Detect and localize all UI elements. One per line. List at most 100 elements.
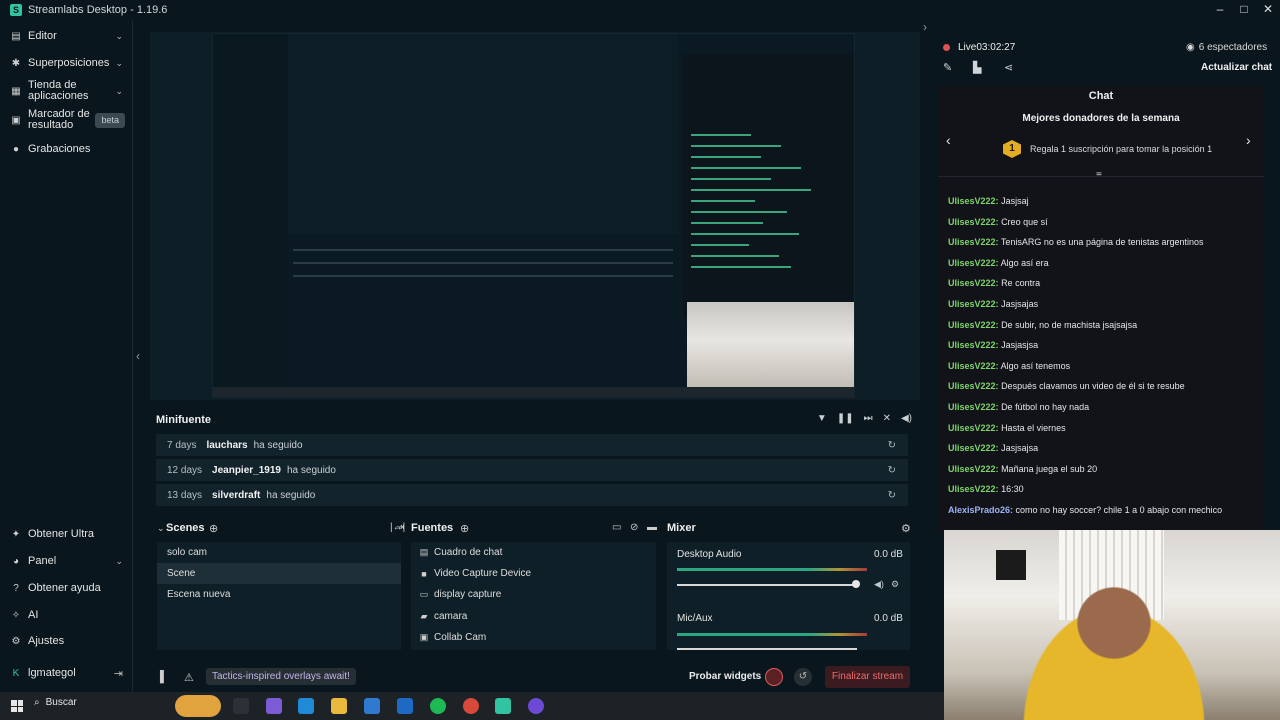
- stream-preview[interactable]: [212, 33, 855, 398]
- stream-info-icon[interactable]: ▙: [973, 61, 981, 74]
- chat-message: UlisesV222: Re contra: [948, 278, 1040, 288]
- replay-icon[interactable]: ↻: [888, 440, 896, 451]
- chat-username[interactable]: UlisesV222:: [948, 320, 999, 330]
- store-app-icon[interactable]: [364, 698, 380, 714]
- chat-username[interactable]: AlexisPrado26:: [948, 505, 1013, 515]
- end-stream-button[interactable]: Finalizar stream: [825, 666, 910, 688]
- skip-icon[interactable]: ⏭: [864, 413, 873, 424]
- chat-username[interactable]: UlisesV222:: [948, 237, 999, 247]
- volume-icon[interactable]: ◀): [901, 413, 912, 424]
- streamlabs-taskbar-icon[interactable]: [495, 698, 511, 714]
- windows-start-icon[interactable]: [11, 700, 23, 712]
- filter-icon[interactable]: ▼: [817, 413, 827, 424]
- task-view-icon[interactable]: [233, 698, 249, 714]
- nav-item-editor[interactable]: ▤ Editor ⌄: [0, 30, 133, 42]
- nav-item-ultra[interactable]: ✦ Obtener Ultra: [0, 528, 133, 540]
- replay-icon[interactable]: ↻: [888, 465, 896, 476]
- edit-stream-icon[interactable]: ✎: [943, 61, 952, 74]
- editor-icon: ▤: [11, 30, 21, 42]
- add-source-icon[interactable]: ⊕: [460, 522, 469, 535]
- scene-item[interactable]: Escena nueva: [157, 584, 401, 605]
- taskbar-search[interactable]: ⌕ Buscar: [34, 697, 77, 708]
- nav-item-settings[interactable]: ⚙ Ajustes: [0, 635, 133, 647]
- nav-item-help[interactable]: ? Obtener ayuda: [0, 582, 133, 594]
- feed-days: 7 days: [167, 439, 197, 451]
- add-scene-icon[interactable]: ⊕: [209, 522, 218, 535]
- collapse-left-icon[interactable]: ‹: [136, 349, 140, 363]
- chevron-right-icon[interactable]: ›: [1246, 132, 1251, 148]
- maximize-icon[interactable]: □: [1232, 0, 1256, 20]
- file-explorer-icon[interactable]: [331, 698, 347, 714]
- chevron-down-icon[interactable]: ⌄: [115, 86, 123, 97]
- nav-item-app-store[interactable]: ▦ Tienda de aplicaciones ⌄: [0, 80, 123, 102]
- chat-username[interactable]: UlisesV222:: [948, 464, 999, 474]
- share-icon[interactable]: ⋖: [1004, 61, 1013, 74]
- edge-icon[interactable]: [298, 698, 314, 714]
- chevron-down-icon[interactable]: ⌄: [115, 31, 123, 42]
- chat-username[interactable]: UlisesV222:: [948, 196, 999, 206]
- logout-icon[interactable]: ⇥: [114, 667, 123, 680]
- scene-item[interactable]: solo cam: [157, 542, 401, 563]
- chat-username[interactable]: UlisesV222:: [948, 361, 999, 371]
- outlook-icon[interactable]: [397, 698, 413, 714]
- minimize-icon[interactable]: –: [1208, 0, 1232, 20]
- weather-widget-icon[interactable]: [175, 695, 221, 717]
- mute-alerts-icon[interactable]: ✕: [883, 413, 891, 424]
- volume-slider[interactable]: [677, 648, 857, 650]
- audio-meter: [677, 568, 867, 571]
- replay-icon[interactable]: ↻: [888, 490, 896, 501]
- source-item[interactable]: ▰ camara: [418, 611, 468, 622]
- nav-item-account[interactable]: K lgmategol ⇥: [0, 667, 133, 680]
- collapse-right-icon[interactable]: ›: [923, 20, 927, 34]
- chat-username[interactable]: UlisesV222:: [948, 217, 999, 227]
- chat-username[interactable]: UlisesV222:: [948, 423, 999, 433]
- chat-username[interactable]: UlisesV222:: [948, 258, 999, 268]
- mute-icon[interactable]: ◀): [874, 579, 884, 590]
- collapse-scenes-icon[interactable]: ⌄: [157, 523, 165, 534]
- record-button[interactable]: [765, 668, 783, 686]
- nav-item-overlays[interactable]: ✱ Superposiciones ⌄: [0, 57, 133, 69]
- chat-username[interactable]: UlisesV222:: [948, 443, 999, 453]
- donor-prompt[interactable]: 1 Regala 1 suscripción para tomar la pos…: [1003, 140, 1212, 158]
- source-item[interactable]: ■ Video Capture Device: [418, 568, 531, 579]
- chrome-icon[interactable]: [463, 698, 479, 714]
- promo-banner[interactable]: Tactics-inspired overlays await!: [206, 668, 356, 685]
- source-item[interactable]: ▭ display capture: [418, 589, 502, 600]
- copilot-icon[interactable]: [266, 698, 282, 714]
- nav-item-ai[interactable]: ✧ AI: [0, 609, 133, 621]
- source-item[interactable]: ▤ Cuadro de chat: [418, 547, 503, 558]
- source-group-icon[interactable]: ▬: [647, 522, 657, 533]
- source-item[interactable]: ▣ Collab Cam: [418, 632, 487, 643]
- scene-item-selected[interactable]: Scene: [157, 563, 401, 584]
- chevron-down-icon[interactable]: ⌄: [115, 58, 123, 69]
- spotify-icon[interactable]: [430, 698, 446, 714]
- pause-icon[interactable]: ❚❚: [837, 413, 854, 424]
- chevron-left-icon[interactable]: ‹: [946, 132, 951, 148]
- nav-item-recordings[interactable]: ● Grabaciones: [0, 143, 133, 155]
- channel-settings-icon[interactable]: ⚙: [891, 579, 899, 590]
- replay-buffer-button[interactable]: ↺: [794, 668, 812, 686]
- volume-slider[interactable]: [677, 584, 857, 586]
- source-folder-icon[interactable]: ▭: [612, 522, 621, 533]
- chat-username[interactable]: UlisesV222:: [948, 278, 999, 288]
- chat-username[interactable]: UlisesV222:: [948, 340, 999, 350]
- volume-slider-knob[interactable]: [852, 580, 860, 588]
- source-lock-icon[interactable]: ⊘: [630, 522, 638, 533]
- nav-item-scoreboard[interactable]: ▣ Marcador de resultado beta: [0, 109, 133, 131]
- chat-username[interactable]: UlisesV222:: [948, 402, 999, 412]
- test-widgets-button[interactable]: Probar widgets: [689, 671, 761, 682]
- discord-icon[interactable]: [528, 698, 544, 714]
- performance-icon[interactable]: ▐: [156, 671, 164, 683]
- streamlabs-window: S Streamlabs Desktop - 1.19.6 – □ ✕ ▤ Ed…: [0, 0, 1280, 720]
- refresh-chat-button[interactable]: Actualizar chat: [1201, 62, 1272, 73]
- notification-icon[interactable]: ⚠: [184, 671, 194, 684]
- search-icon: ⌕: [34, 697, 40, 708]
- search-label: Buscar: [45, 697, 77, 708]
- chat-username[interactable]: UlisesV222:: [948, 381, 999, 391]
- mixer-settings-icon[interactable]: ⚙: [901, 522, 911, 535]
- chat-username[interactable]: UlisesV222:: [948, 484, 999, 494]
- chat-username[interactable]: UlisesV222:: [948, 299, 999, 309]
- close-icon[interactable]: ✕: [1256, 0, 1280, 20]
- nav-item-panel[interactable]: ◕ Panel ⌄: [0, 555, 133, 567]
- chevron-down-icon[interactable]: ⌄: [115, 556, 123, 567]
